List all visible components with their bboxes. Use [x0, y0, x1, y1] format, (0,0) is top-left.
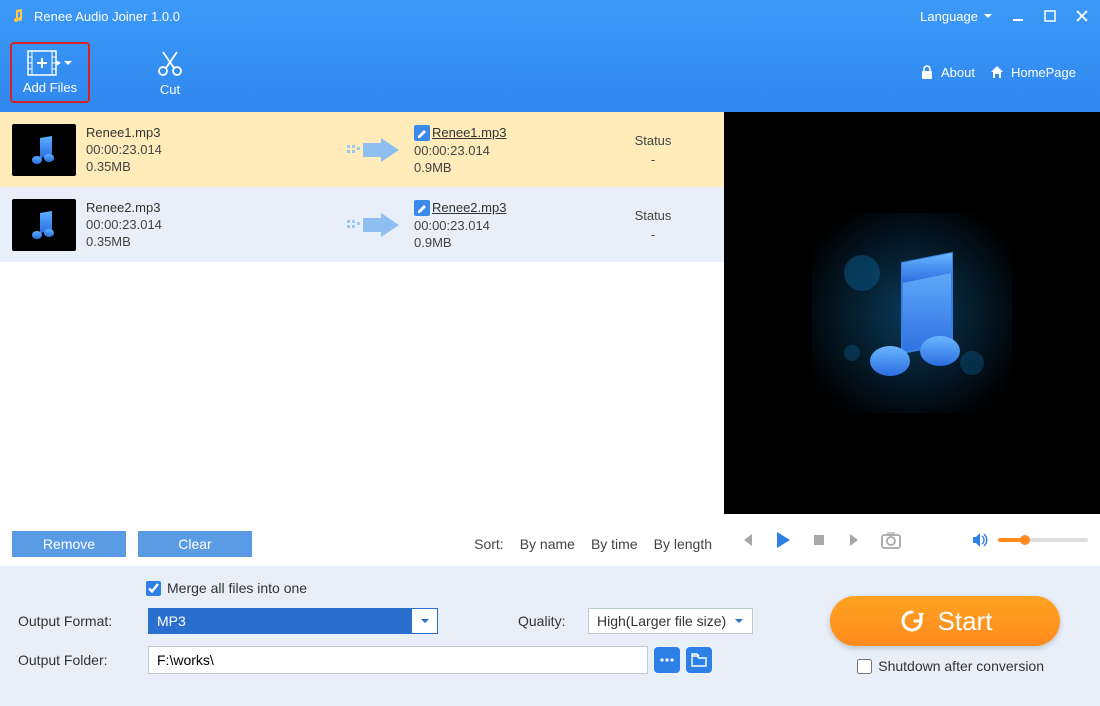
remove-button[interactable]: Remove	[12, 531, 126, 557]
shutdown-label: Shutdown after conversion	[878, 658, 1044, 674]
output-folder-input[interactable]	[148, 646, 648, 674]
status-value: -	[651, 227, 655, 242]
browse-folder-button[interactable]	[686, 647, 712, 673]
output-file-name[interactable]: Renee1.mp3	[432, 125, 506, 140]
film-plus-icon	[27, 50, 61, 76]
file-output-info: Renee1.mp3 00:00:23.014 0.9MB	[414, 125, 594, 175]
minimize-button[interactable]	[1010, 8, 1026, 24]
output-settings: Merge all files into one Output Format: …	[0, 566, 1100, 706]
file-name: Renee2.mp3	[86, 200, 336, 215]
close-button[interactable]	[1074, 8, 1090, 24]
output-format-label: Output Format:	[18, 613, 148, 629]
file-source-info: Renee2.mp3 00:00:23.014 0.35MB	[86, 200, 336, 249]
file-duration: 00:00:23.014	[86, 217, 336, 232]
merge-label: Merge all files into one	[167, 580, 307, 596]
sort-by-name[interactable]: By name	[520, 536, 575, 552]
homepage-link[interactable]: HomePage	[989, 64, 1076, 80]
status-value: -	[651, 152, 655, 167]
file-size: 0.35MB	[86, 234, 336, 249]
arrow-icon	[336, 135, 414, 165]
music-note-icon	[812, 213, 1012, 413]
snapshot-button[interactable]	[880, 529, 902, 551]
status: Status -	[594, 208, 712, 242]
sort-label: Sort:	[474, 536, 504, 552]
file-thumbnail	[12, 199, 76, 251]
stop-button[interactable]	[808, 529, 830, 551]
output-file-name[interactable]: Renee2.mp3	[432, 200, 506, 215]
chevron-down-icon	[982, 10, 994, 22]
volume-icon[interactable]	[968, 529, 990, 551]
prev-button[interactable]	[736, 529, 758, 551]
quality-dropdown[interactable]: High(Larger file size)	[588, 608, 753, 634]
file-row[interactable]: Renee1.mp3 00:00:23.014 0.35MB Renee1.mp…	[0, 112, 724, 187]
output-size: 0.9MB	[414, 235, 594, 250]
file-duration: 00:00:23.014	[86, 142, 336, 157]
app-title: Renee Audio Joiner 1.0.0	[34, 9, 180, 24]
more-button[interactable]	[654, 647, 680, 673]
maximize-button[interactable]	[1042, 8, 1058, 24]
shutdown-checkbox[interactable]	[857, 659, 872, 674]
output-duration: 00:00:23.014	[414, 218, 594, 233]
file-output-info: Renee2.mp3 00:00:23.014 0.9MB	[414, 200, 594, 250]
toolbar: Add Files Cut About HomePage	[0, 32, 1100, 112]
about-link[interactable]: About	[919, 64, 975, 80]
list-controls: Remove Clear Sort: By name By time By le…	[0, 522, 724, 566]
edit-icon[interactable]	[414, 200, 430, 216]
app-logo-icon	[10, 8, 26, 24]
chevron-down-icon	[726, 609, 752, 633]
language-dropdown[interactable]: Language	[920, 9, 994, 24]
chevron-down-icon	[411, 609, 437, 633]
file-size: 0.35MB	[86, 159, 336, 174]
output-duration: 00:00:23.014	[414, 143, 594, 158]
status-label: Status	[635, 133, 672, 148]
quality-label: Quality:	[518, 613, 588, 629]
home-icon	[989, 64, 1005, 80]
add-files-button[interactable]: Add Files	[10, 42, 90, 103]
lock-icon	[919, 64, 935, 80]
file-name: Renee1.mp3	[86, 125, 336, 140]
player-controls	[724, 514, 1100, 566]
start-button[interactable]: Start	[830, 596, 1060, 646]
preview-canvas	[724, 112, 1100, 514]
status-label: Status	[635, 208, 672, 223]
arrow-icon	[336, 210, 414, 240]
status: Status -	[594, 133, 712, 167]
output-folder-label: Output Folder:	[18, 652, 148, 668]
play-button[interactable]	[772, 529, 794, 551]
volume-slider[interactable]	[998, 538, 1088, 542]
cut-button[interactable]: Cut	[130, 42, 210, 103]
sort-by-time[interactable]: By time	[591, 536, 638, 552]
scissors-icon	[155, 48, 185, 78]
refresh-icon	[898, 607, 926, 635]
clear-button[interactable]: Clear	[138, 531, 252, 557]
file-list: Renee1.mp3 00:00:23.014 0.35MB Renee1.mp…	[0, 112, 724, 566]
file-row[interactable]: Renee2.mp3 00:00:23.014 0.35MB Renee2.mp…	[0, 187, 724, 262]
chevron-down-icon	[63, 58, 73, 68]
file-source-info: Renee1.mp3 00:00:23.014 0.35MB	[86, 125, 336, 174]
titlebar: Renee Audio Joiner 1.0.0 Language	[0, 0, 1100, 32]
merge-checkbox[interactable]	[146, 581, 161, 596]
sort-by-length[interactable]: By length	[654, 536, 712, 552]
output-size: 0.9MB	[414, 160, 594, 175]
next-button[interactable]	[844, 529, 866, 551]
preview-pane	[724, 112, 1100, 566]
edit-icon[interactable]	[414, 125, 430, 141]
file-thumbnail	[12, 124, 76, 176]
output-format-dropdown[interactable]: MP3	[148, 608, 438, 634]
